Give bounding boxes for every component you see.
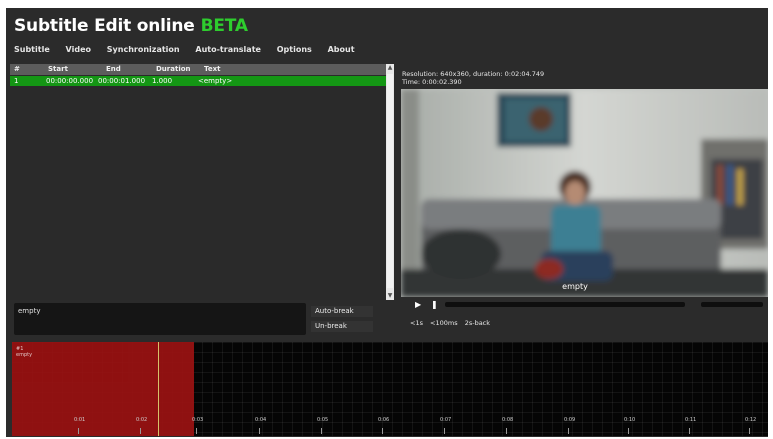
tick-mark: [196, 428, 197, 434]
app-title-text: Subtitle Edit online: [14, 16, 195, 36]
seek-100ms-button[interactable]: <100ms: [430, 319, 458, 327]
menu-bar: Subtitle Video Synchronization Auto-tran…: [14, 45, 368, 54]
tick-mark: [321, 428, 322, 434]
tick-label: 0:04: [255, 417, 267, 423]
subtitle-grid: # Start End Duration Text 1 00:00:00.000…: [10, 64, 394, 300]
tick-label: 0:06: [378, 417, 390, 423]
menu-item-subtitle[interactable]: Subtitle: [14, 45, 50, 54]
video-frame: empty: [401, 89, 768, 297]
row-text: <empty>: [198, 77, 233, 85]
menu-item-about[interactable]: About: [328, 45, 355, 54]
column-header-number[interactable]: #: [14, 65, 20, 73]
seek-buttons: <1s <100ms 2s-back: [410, 319, 495, 327]
column-header-start[interactable]: Start: [48, 65, 68, 73]
volume-slider[interactable]: [701, 302, 763, 307]
table-row[interactable]: 1 00:00:00.000 00:00:01.000 1.000 <empty…: [10, 76, 386, 86]
column-header-end[interactable]: End: [106, 65, 121, 73]
subtitle-text-input[interactable]: empty: [14, 303, 306, 335]
app-window: Subtitle Edit online BETA Subtitle Video …: [6, 8, 768, 437]
seek-back-1s-button[interactable]: <1s: [410, 319, 423, 327]
row-number: 1: [14, 77, 19, 85]
scroll-down-icon[interactable]: ▼: [386, 292, 394, 300]
app-title: Subtitle Edit online BETA: [14, 16, 248, 36]
tick-mark: [568, 428, 569, 434]
tick-mark: [689, 428, 690, 434]
waveform[interactable]: #1 empty 0:01 0:02 0:03 0:04 0:05 0:06 0…: [12, 342, 768, 436]
scroll-thumb[interactable]: [387, 74, 393, 288]
playback-cursor[interactable]: [158, 342, 159, 436]
column-header-duration[interactable]: Duration: [156, 65, 191, 73]
grid-header: # Start End Duration Text: [10, 64, 386, 75]
beta-badge: BETA: [200, 16, 248, 36]
tick-mark: [444, 428, 445, 434]
tick-label: 0:07: [440, 417, 452, 423]
tick-label: 0:09: [564, 417, 576, 423]
subtitle-region-text: empty: [16, 352, 33, 358]
row-start: 00:00:00.000: [46, 77, 94, 85]
grid-scrollbar[interactable]: ▲ ▼: [386, 64, 394, 300]
scroll-up-icon[interactable]: ▲: [386, 64, 394, 72]
tick-mark: [382, 428, 383, 434]
video-player[interactable]: empty: [401, 89, 768, 297]
video-caption: empty: [562, 282, 588, 291]
tick-mark: [628, 428, 629, 434]
menu-item-auto-translate[interactable]: Auto-translate: [195, 45, 261, 54]
play-icon[interactable]: ▶: [415, 300, 421, 309]
pause-icon[interactable]: ❚: [431, 300, 438, 309]
tick-mark: [259, 428, 260, 434]
menu-item-video[interactable]: Video: [66, 45, 91, 54]
unbreak-button[interactable]: Un-break: [311, 321, 373, 332]
tick-label: 0:12: [745, 417, 757, 423]
tick-mark: [506, 428, 507, 434]
subtitle-text-value: empty: [18, 307, 41, 315]
subtitle-region-label: #1 empty: [16, 346, 32, 358]
tick-label: 0:01: [74, 417, 86, 423]
auto-break-button[interactable]: Auto-break: [311, 306, 373, 317]
video-progress-bar[interactable]: [445, 302, 685, 307]
tick-label: 0:08: [502, 417, 514, 423]
tick-mark: [78, 428, 79, 434]
subtitle-region[interactable]: #1 empty: [12, 342, 194, 436]
video-controls: ▶ ❚: [401, 299, 768, 311]
tick-mark: [140, 428, 141, 434]
tick-label: 0:11: [685, 417, 697, 423]
tick-label: 0:03: [192, 417, 204, 423]
video-info: Resolution: 640x360, duration: 0:02:04.7…: [402, 70, 544, 86]
menu-item-synchronization[interactable]: Synchronization: [107, 45, 180, 54]
tick-label: 0:02: [136, 417, 148, 423]
tick-mark: [749, 428, 750, 434]
tick-label: 0:10: [624, 417, 636, 423]
column-header-text[interactable]: Text: [204, 65, 220, 73]
tick-label: 0:05: [317, 417, 329, 423]
menu-item-options[interactable]: Options: [277, 45, 312, 54]
seek-back-2s-button[interactable]: 2s-back: [465, 319, 490, 327]
row-duration: 1.000: [152, 77, 173, 85]
row-end: 00:00:01.000: [98, 77, 146, 85]
video-time: Time: 0:00:02.390: [402, 78, 462, 86]
video-resolution: Resolution: 640x360, duration: 0:02:04.7…: [402, 70, 545, 78]
